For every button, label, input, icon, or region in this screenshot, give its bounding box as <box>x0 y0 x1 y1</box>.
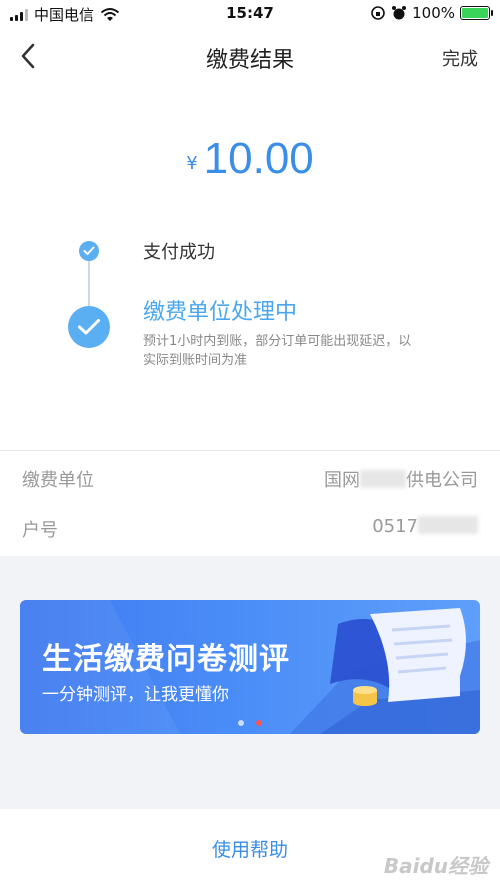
battery-percent: 100% <box>412 4 455 22</box>
carousel-dots <box>20 720 480 726</box>
step-processing-label: 缴费单位处理中 <box>143 300 298 325</box>
rotation-lock-icon <box>371 6 385 20</box>
divider <box>0 450 500 451</box>
step-processing-desc: 预计1小时内到账，部分订单可能出现延迟，以实际到账时间为准 <box>143 334 412 368</box>
status-bar: 中国电信 15:47 100% <box>0 0 500 28</box>
account-label: 户号 <box>22 520 58 541</box>
done-button[interactable]: 完成 <box>442 45 478 71</box>
watermark: Baidu经验 <box>383 854 488 878</box>
page-title: 缴费结果 <box>205 48 294 73</box>
progress-line <box>88 260 90 312</box>
account-value: 0517 <box>372 516 478 537</box>
step-current-check-icon <box>68 306 110 348</box>
battery-icon <box>460 6 493 20</box>
status-right: 100% <box>370 4 493 22</box>
redacted-mask <box>418 516 478 534</box>
unit-value: 国网 供电公司 <box>324 470 478 491</box>
amount-value: 10.00 <box>203 134 314 183</box>
carousel-dot-active[interactable] <box>256 720 262 726</box>
alarm-icon <box>392 6 407 20</box>
step-done-check-icon <box>79 241 99 261</box>
redacted-mask <box>360 470 406 488</box>
step-paid-label: 支付成功 <box>143 242 215 263</box>
info-row-unit: 缴费单位 国网 供电公司 <box>0 452 500 502</box>
unit-label: 缴费单位 <box>22 470 94 491</box>
banner-subtitle: 一分钟测评，让我更懂你 <box>42 685 229 705</box>
carousel-dot[interactable] <box>238 720 244 726</box>
info-row-account: 户号 0517 <box>0 502 500 552</box>
banner-title: 生活缴费问卷测评 <box>42 642 290 677</box>
nav-bar: 缴费结果 完成 <box>0 28 500 84</box>
payment-amount: ¥10.00 <box>0 134 500 184</box>
survey-banner[interactable]: 生活缴费问卷测评 一分钟测评，让我更懂你 <box>20 600 480 734</box>
currency-symbol: ¥ <box>186 153 198 174</box>
